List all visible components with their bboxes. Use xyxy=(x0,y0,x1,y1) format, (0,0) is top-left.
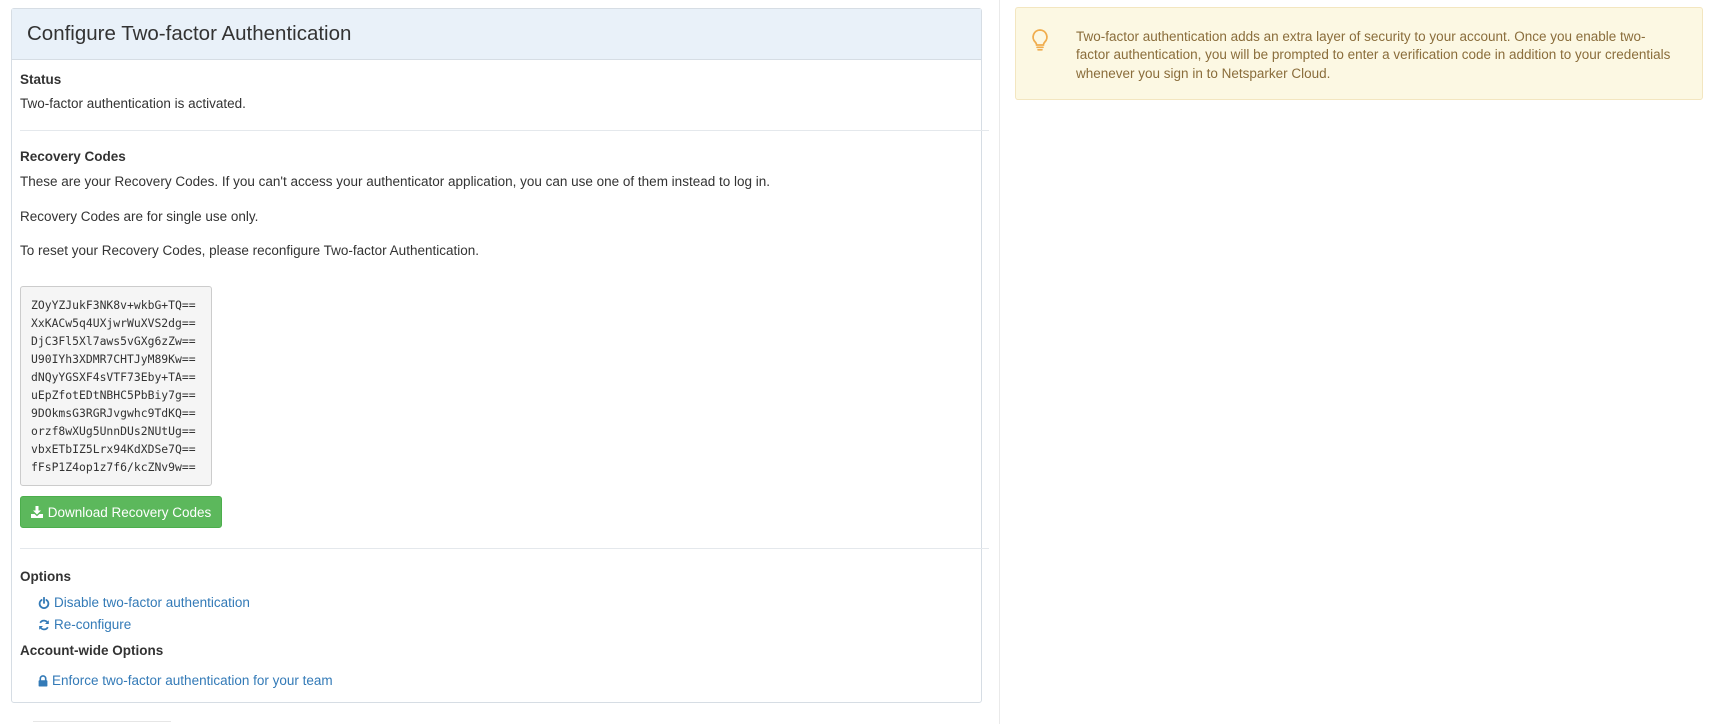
disable-2fa-link[interactable]: Disable two-factor authentication xyxy=(38,595,250,610)
reconfigure-link[interactable]: Re-configure xyxy=(38,617,131,632)
recovery-code: fFsP1Z4op1z7f6/kcZNv9w== xyxy=(31,460,196,475)
recovery-single-use-note: Recovery Codes are for single use only. xyxy=(20,209,259,224)
download-icon xyxy=(30,506,43,518)
recovery-code: vbxETbIZ5Lrx94KdXDSe7Q== xyxy=(31,442,196,457)
power-icon xyxy=(38,596,50,609)
recovery-reset-note: To reset your Recovery Codes, please rec… xyxy=(20,243,479,258)
recovery-code: uEpZfotEDtNBHC5PbBiy7g== xyxy=(31,388,196,403)
recovery-code: orzf8wXUg5UnnDUs2NUtUg== xyxy=(31,424,196,439)
download-recovery-codes-button[interactable]: Download Recovery Codes xyxy=(20,496,222,528)
recovery-code: 9DOkmsG3RGRJvgwhc9TdKQ== xyxy=(31,406,196,421)
enforce-2fa-label: Enforce two-factor authentication for yo… xyxy=(52,673,333,688)
divider xyxy=(20,548,989,549)
options-heading: Options xyxy=(20,569,71,584)
configure-2fa-panel: Configure Two-factor Authentication Stat… xyxy=(11,8,989,703)
recovery-codes-box[interactable]: ZOyYZJukF3NK8v+wkbG+TQ== XxKACw5q4UXjwrW… xyxy=(20,286,212,486)
recovery-code: U90IYh3XDMR7CHTJyM89Kw== xyxy=(31,352,196,367)
reconfigure-label: Re-configure xyxy=(54,617,132,632)
status-text: Two-factor authentication is activated. xyxy=(20,96,246,111)
disable-2fa-label: Disable two-factor authentication xyxy=(54,595,250,610)
panel-body: Status Two-factor authentication is acti… xyxy=(12,9,997,702)
status-heading: Status xyxy=(20,72,62,87)
refresh-icon xyxy=(38,619,50,631)
divider xyxy=(20,130,989,131)
account-wide-options-heading: Account-wide Options xyxy=(20,643,164,658)
recovery-code: XxKACw5q4UXjwrWuXVS2dg== xyxy=(31,316,196,331)
lock-icon xyxy=(38,674,48,687)
info-alert: Two-factor authentication adds an extra … xyxy=(1015,7,1703,100)
recovery-code: DjC3Fl5Xl7aws5vGXg6zZw== xyxy=(31,334,196,349)
recovery-code: ZOyYZJukF3NK8v+wkbG+TQ== xyxy=(31,298,196,312)
lightbulb-icon xyxy=(1030,28,1050,55)
column-divider xyxy=(999,0,1000,724)
footer-divider xyxy=(33,721,171,722)
enforce-2fa-link[interactable]: Enforce two-factor authentication for yo… xyxy=(38,673,333,688)
recovery-code: dNQyYGSXF4sVTF73Eby+TA== xyxy=(31,370,196,385)
info-alert-text: Two-factor authentication adds an extra … xyxy=(1076,29,1671,81)
recovery-description: These are your Recovery Codes. If you ca… xyxy=(20,174,771,189)
recovery-codes-heading: Recovery Codes xyxy=(20,149,126,164)
download-button-label: Download Recovery Codes xyxy=(47,504,212,520)
